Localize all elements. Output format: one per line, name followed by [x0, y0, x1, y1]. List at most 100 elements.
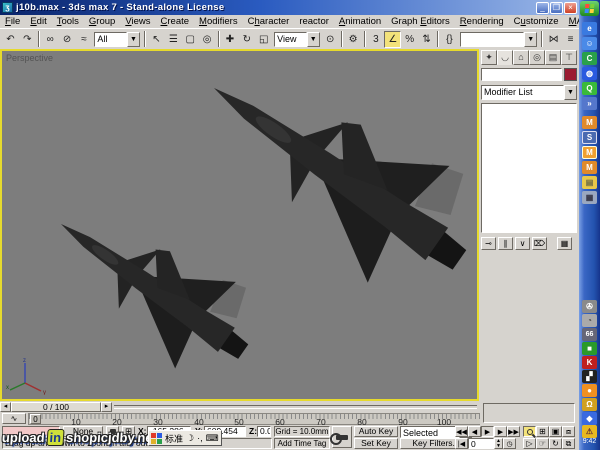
hierarchy-tab-icon[interactable]: ⌂ — [513, 50, 529, 65]
current-frame-field[interactable]: 0 — [468, 438, 494, 449]
menu-modifiers[interactable]: Modifiers — [194, 16, 243, 27]
menu-animation[interactable]: Animation — [334, 16, 386, 27]
ime-punctuation-icon[interactable]: ·, — [197, 433, 203, 443]
blue-tray-icon[interactable]: ◆ — [582, 412, 597, 425]
angle-snap-icon[interactable]: ∠ — [384, 31, 401, 48]
time-slider-next-icon[interactable]: ▸ — [101, 402, 112, 412]
snap-toggle-icon[interactable]: 3 — [368, 31, 385, 48]
mini-curve-editor-icon[interactable]: ∿ — [2, 413, 26, 424]
select-and-move-icon[interactable]: ✚ — [222, 31, 239, 48]
undo-icon[interactable]: ↶ — [2, 31, 19, 48]
select-object-icon[interactable]: ↖ — [148, 31, 165, 48]
show-end-result-icon[interactable]: ∥ — [498, 237, 513, 250]
make-unique-icon[interactable]: ∨ — [515, 237, 530, 250]
green-tray-icon[interactable]: ■ — [582, 342, 597, 355]
my-computer-button[interactable]: ▦ — [582, 191, 597, 204]
title-bar[interactable]: ʒ j10b.max - 3ds max 7 - Stand-alone Lic… — [0, 0, 579, 15]
next-frame-icon[interactable]: ▶ — [494, 426, 507, 437]
menu-rendering[interactable]: Rendering — [455, 16, 509, 27]
go-to-start-icon[interactable]: ◀◀ — [455, 426, 468, 437]
menu-customize[interactable]: Customize — [509, 16, 564, 27]
pin-stack-icon[interactable]: ⊸ — [481, 237, 496, 250]
clock-tray-icon[interactable]: ◔ — [582, 314, 597, 327]
kaspersky-tray-icon[interactable]: K — [582, 356, 597, 369]
edit-named-selections-icon[interactable]: {} — [441, 31, 458, 48]
modifier-stack-list[interactable] — [481, 103, 577, 233]
chevron-down-icon[interactable]: ▼ — [564, 85, 577, 100]
go-to-end-icon[interactable]: ▶▶ — [507, 426, 520, 437]
field-of-view-icon[interactable]: ▷ — [523, 438, 536, 449]
restore-button[interactable]: ❐ — [550, 2, 563, 14]
timeline-slider-handle[interactable]: 0 — [30, 414, 41, 424]
frame-spinner[interactable]: ▲ ▼ — [494, 438, 503, 449]
menu-tools[interactable]: Tools — [52, 16, 84, 27]
qq-quicklaunch-icon[interactable]: Q — [582, 82, 597, 95]
arc-rotate-icon[interactable]: ↻ — [549, 438, 562, 449]
modify-tab-icon[interactable]: ◡ — [497, 50, 513, 65]
object-name-field[interactable] — [481, 68, 562, 81]
select-and-manipulate-icon[interactable]: ⚙ — [345, 31, 362, 48]
max-window-button-3[interactable]: M — [582, 161, 597, 174]
rectangular-selection-region-icon[interactable]: ▢ — [182, 31, 199, 48]
auto-key-button[interactable]: Auto Key — [354, 426, 398, 437]
jet-model-right[interactable] — [173, 51, 477, 318]
quicklaunch-expand-icon[interactable]: » — [582, 97, 597, 110]
mirror-icon[interactable]: ⋈ — [545, 31, 562, 48]
display-tab-icon[interactable]: ▤ — [545, 50, 561, 65]
max-window-button-1[interactable]: M — [582, 116, 597, 129]
play-icon[interactable]: ▶ — [481, 426, 494, 437]
counter-tray-icon[interactable]: 66 — [582, 328, 597, 341]
named-selection-dropdown[interactable]: ▼ — [460, 32, 537, 47]
camera-tray-icon[interactable]: ✇ — [582, 300, 597, 313]
zoom-extents-icon[interactable]: ▣ — [549, 426, 562, 437]
menu-create[interactable]: Create — [156, 16, 195, 27]
menu-graph-editors[interactable]: Graph Editors — [386, 16, 455, 27]
chevron-down-icon[interactable]: ▼ — [307, 32, 320, 47]
modifier-list-dropdown[interactable]: Modifier List ▼ — [481, 85, 577, 100]
timeline-ruler[interactable]: 10 20 30 40 50 60 70 80 90 100 0 — [28, 413, 480, 425]
bw-tray-icon[interactable]: ▞ — [582, 370, 597, 383]
add-time-tag[interactable]: Add Time Tag — [274, 438, 330, 449]
zoom-all-icon[interactable]: ⊞ — [536, 426, 549, 437]
time-configuration-icon[interactable]: ◷ — [503, 438, 516, 449]
alert-tray-icon[interactable]: ⚠ — [582, 425, 597, 438]
orange-tray-icon[interactable]: ● — [582, 384, 597, 397]
create-tab-icon[interactable]: ✦ — [481, 50, 497, 65]
lock-tray-icon[interactable]: Ω — [582, 398, 597, 411]
z-coordinate-field[interactable]: 0.0mm — [257, 426, 271, 437]
ime-softkeyboard-icon[interactable]: ⌨ — [206, 433, 219, 444]
zoom-icon[interactable] — [523, 426, 536, 437]
menu-views[interactable]: Views — [120, 16, 155, 27]
close-button[interactable]: × — [564, 2, 577, 14]
menu-file[interactable]: File — [0, 16, 25, 27]
select-and-link-icon[interactable]: ∞ — [42, 31, 59, 48]
browser-quicklaunch-icon[interactable]: e — [582, 22, 597, 35]
redo-icon[interactable]: ↷ — [19, 31, 36, 48]
ime-halfwidth-icon[interactable]: ☽ — [186, 433, 194, 444]
min-max-toggle-icon[interactable]: ⧉ — [562, 438, 575, 449]
unlink-selection-icon[interactable]: ⊘ — [59, 31, 76, 48]
set-keys-icon[interactable] — [332, 426, 352, 448]
globe-quicklaunch-icon[interactable]: ◍ — [582, 67, 597, 80]
select-and-scale-icon[interactable]: ◱ — [255, 31, 272, 48]
window-crossing-icon[interactable]: ◎ — [199, 31, 216, 48]
menu-character[interactable]: Character — [243, 16, 295, 27]
ime-logo-icon[interactable] — [151, 433, 162, 444]
menu-group[interactable]: Group — [84, 16, 120, 27]
chevron-down-icon[interactable]: ▼ — [524, 32, 537, 47]
spinner-snap-icon[interactable]: ⇅ — [418, 31, 435, 48]
ime-mode-label[interactable]: 标准 — [165, 432, 183, 445]
ime-toolbar[interactable]: 标准 ☽ ·, ⌨ — [148, 430, 222, 446]
selection-filter-dropdown[interactable]: All ▼ — [94, 32, 140, 47]
select-and-rotate-icon[interactable]: ↻ — [238, 31, 255, 48]
key-mode-icon[interactable]: |◀ — [455, 438, 468, 449]
percent-snap-icon[interactable]: % — [401, 31, 418, 48]
jet-model-left[interactable] — [31, 180, 274, 395]
utilities-tab-icon[interactable]: ⊤ — [561, 50, 577, 65]
select-by-name-icon[interactable]: ☰ — [165, 31, 182, 48]
align-icon[interactable]: ≡ — [562, 31, 579, 48]
time-slider-prev-icon[interactable]: ◂ — [0, 402, 11, 412]
chevron-down-icon[interactable]: ▼ — [127, 32, 140, 47]
zoom-extents-all-icon[interactable]: ⧈ — [562, 426, 575, 437]
active-window-button[interactable]: S — [582, 131, 597, 144]
